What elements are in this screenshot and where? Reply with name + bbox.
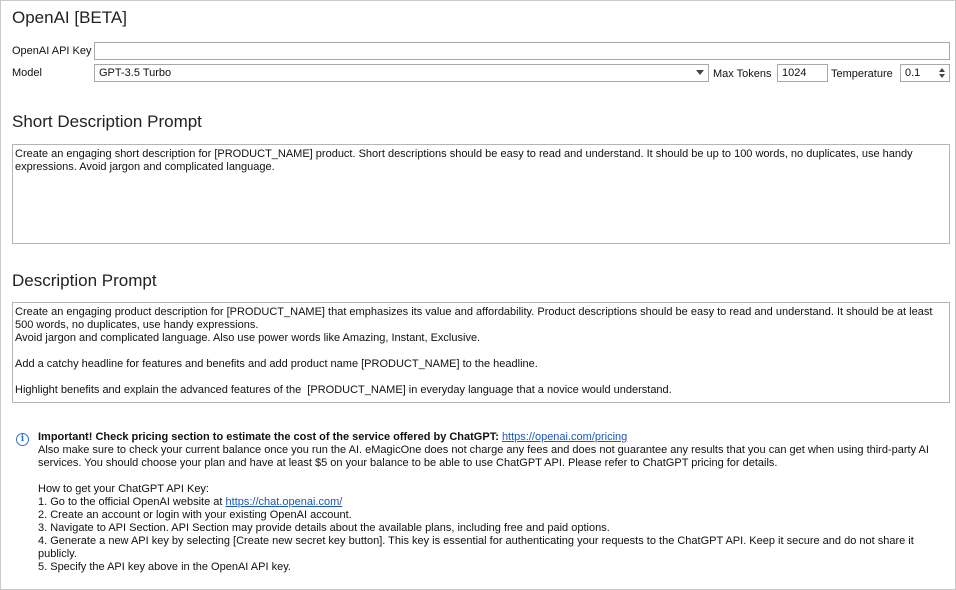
short-prompt-textarea[interactable]: Create an engaging short description for… [12,144,950,244]
max-tokens-label: Max Tokens [713,68,772,80]
spin-up-icon[interactable] [939,68,945,72]
step-1-text: 1. Go to the official OpenAI website at [38,496,226,508]
temperature-value: 0.1 [905,67,921,79]
api-key-label: OpenAI API Key [12,45,92,57]
spin-down-icon[interactable] [939,74,945,78]
panel-title: OpenAI [BETA] [12,8,127,27]
step-4: 4. Generate a new API key by selecting [… [38,535,914,560]
important-note: Important! Check pricing section to esti… [38,431,499,443]
chevron-down-icon[interactable] [696,70,704,75]
max-tokens-input[interactable] [777,64,828,82]
info-icon: i [16,433,29,446]
pricing-link[interactable]: https://openai.com/pricing [502,431,627,443]
short-prompt-title: Short Description Prompt [12,112,202,131]
howto-title: How to get your ChatGPT API Key: [38,483,209,495]
model-select[interactable]: GPT-3.5 Turbo [94,64,709,82]
temperature-stepper[interactable]: 0.1 [900,64,950,82]
step-3: 3. Navigate to API Section. API Section … [38,522,610,534]
step-5: 5. Specify the API key above in the Open… [38,561,291,573]
model-select-value: GPT-3.5 Turbo [99,67,172,79]
chat-openai-link[interactable]: https://chat.openai.com/ [226,496,343,508]
model-label: Model [12,67,42,79]
balance-note: Also make sure to check your current bal… [38,444,929,469]
desc-prompt-textarea[interactable]: Create an engaging product description f… [12,302,950,403]
desc-prompt-title: Description Prompt [12,271,157,290]
temperature-label: Temperature [831,68,893,80]
api-key-input[interactable] [94,42,950,60]
step-2: 2. Create an account or login with your … [38,509,352,521]
